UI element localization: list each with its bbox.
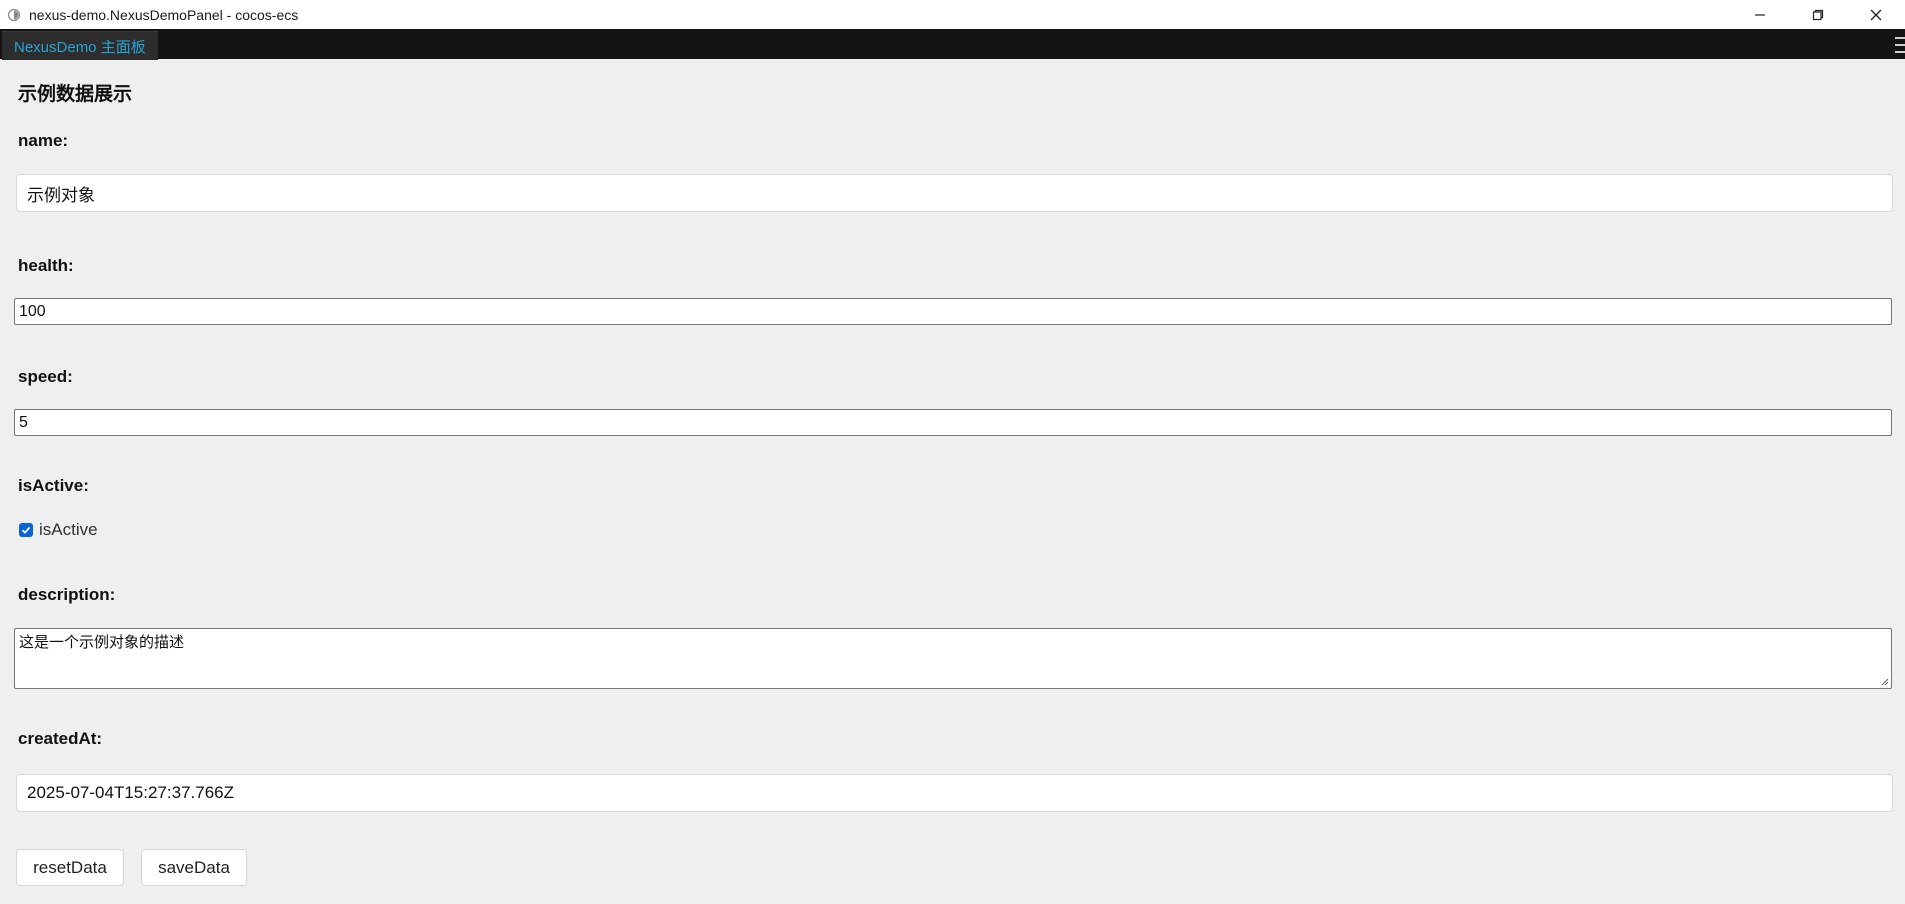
createdat-label: createdAt:: [18, 729, 103, 748]
tab-strip: NexusDemo 主面板: [0, 29, 1905, 60]
speed-input[interactable]: [14, 409, 1892, 436]
isactive-label: isActive:: [18, 476, 89, 495]
restore-button[interactable]: [1789, 0, 1847, 29]
reset-data-button[interactable]: resetData: [16, 849, 124, 886]
close-icon: [1870, 9, 1882, 20]
window-title: nexus-demo.NexusDemoPanel - cocos-ecs: [29, 6, 299, 23]
health-label: health:: [18, 256, 74, 275]
window-controls: [1731, 0, 1905, 29]
tab-label: NexusDemo 主面板: [14, 38, 146, 56]
panel-content: 示例数据展示 name: health: speed: isActive: is…: [0, 59, 1905, 904]
speed-label: speed:: [18, 367, 73, 386]
minimize-icon: [1755, 13, 1765, 16]
isactive-checkbox-label: isActive: [39, 520, 98, 539]
name-input[interactable]: [16, 174, 1893, 212]
description-value: 这是一个示例对象的描述: [19, 633, 185, 651]
app-icon: [7, 8, 21, 22]
description-textarea[interactable]: 这是一个示例对象的描述: [14, 628, 1892, 689]
isactive-checkbox[interactable]: [19, 523, 33, 537]
resize-grip-icon[interactable]: [1880, 677, 1889, 686]
description-label: description:: [18, 585, 116, 604]
isactive-checkbox-row[interactable]: isActive: [19, 520, 98, 540]
save-data-button[interactable]: saveData: [141, 849, 247, 886]
menu-icon[interactable]: [1895, 36, 1905, 54]
minimize-button[interactable]: [1731, 0, 1789, 29]
name-label: name:: [18, 131, 69, 150]
health-input[interactable]: [14, 298, 1892, 325]
checkmark-icon: [21, 526, 31, 534]
createdat-input[interactable]: [16, 774, 1893, 812]
close-button[interactable]: [1847, 0, 1905, 29]
section-title: 示例数据展示: [18, 84, 133, 105]
restore-icon: [1812, 9, 1824, 20]
tab-nexusdemo-main[interactable]: NexusDemo 主面板: [2, 31, 158, 60]
window-title-bar: nexus-demo.NexusDemoPanel - cocos-ecs: [0, 0, 1905, 29]
